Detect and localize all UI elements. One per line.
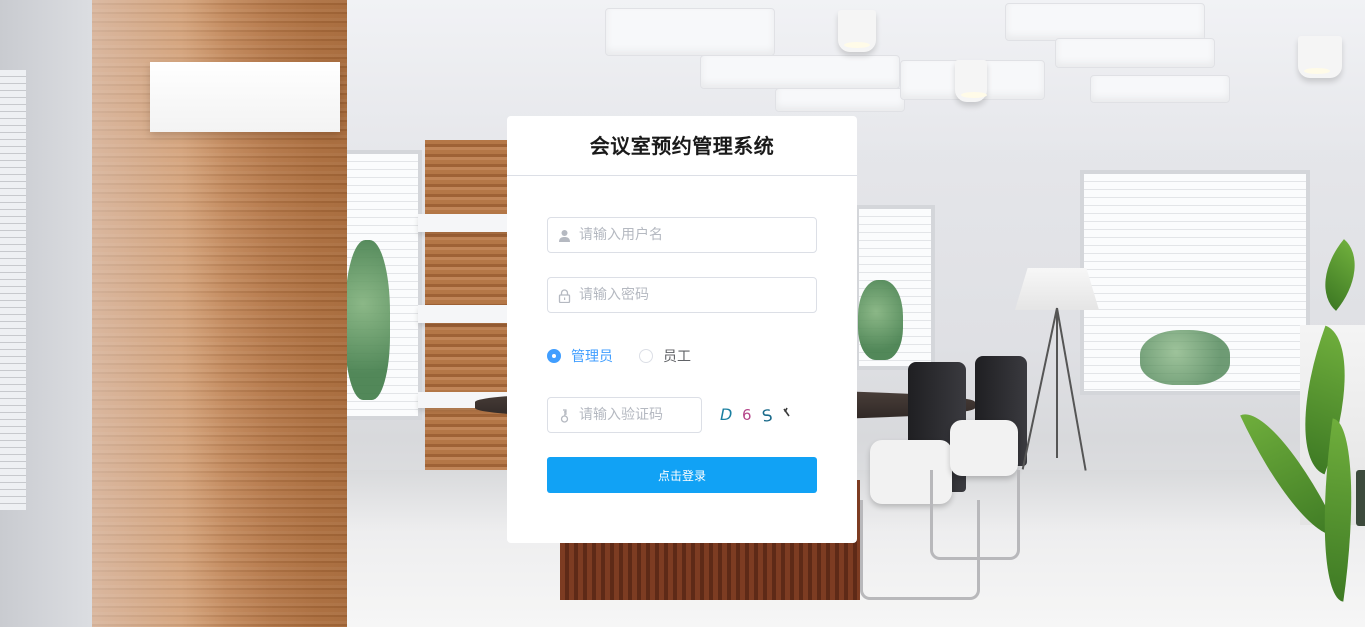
tree <box>345 240 390 400</box>
page-title: 会议室预约管理系统 <box>507 116 857 176</box>
password-field[interactable] <box>547 277 817 313</box>
tree <box>1140 330 1230 385</box>
ceiling-panel <box>605 8 775 56</box>
radio-dot[interactable] <box>639 349 653 363</box>
role-label-employee: 员工 <box>663 349 691 365</box>
captcha-char: S <box>761 405 774 425</box>
lamp-leg <box>1021 307 1058 470</box>
captcha-input[interactable] <box>571 398 701 432</box>
role-radio-group: 管理员 员工 <box>547 346 717 366</box>
plant-leaf <box>1305 239 1365 311</box>
shelf <box>418 214 510 232</box>
chair-leg <box>930 470 1020 560</box>
captcha-noise <box>783 407 790 417</box>
password-input[interactable] <box>571 278 816 312</box>
login-button[interactable]: 点击登录 <box>547 457 817 493</box>
captcha-field[interactable] <box>547 397 702 433</box>
captcha-char: D <box>720 405 732 424</box>
lamp-leg <box>1056 308 1058 458</box>
role-radio-employee[interactable]: 员工 <box>639 346 691 366</box>
captcha-char: 6 <box>742 406 752 424</box>
shelf <box>418 305 510 323</box>
ceiling-panel <box>775 88 905 112</box>
ceiling-lamp <box>1298 36 1342 78</box>
pillar-shelf <box>150 62 340 132</box>
ceiling-panel <box>700 55 900 89</box>
ceiling-panel <box>1005 3 1205 41</box>
ceiling-panel <box>1055 38 1215 68</box>
captcha-image[interactable]: D 6 S <box>718 401 808 427</box>
username-field[interactable] <box>547 217 817 253</box>
role-radio-admin[interactable]: 管理员 <box>547 346 613 366</box>
user-icon <box>558 228 571 242</box>
lock-icon <box>558 288 571 304</box>
floor-lamp <box>1015 268 1099 310</box>
ceiling-panel <box>1090 75 1230 103</box>
window-blind <box>0 70 26 510</box>
username-input[interactable] <box>571 218 816 252</box>
key-icon <box>558 408 571 423</box>
role-label-admin: 管理员 <box>571 349 613 365</box>
ceiling-lamp <box>955 60 987 102</box>
side-widget[interactable] <box>1356 470 1365 526</box>
tree <box>858 280 903 360</box>
chair-seat <box>950 420 1018 476</box>
radio-dot[interactable] <box>547 349 561 363</box>
login-card: 会议室预约管理系统 管理员 员工 <box>507 116 857 543</box>
ceiling-lamp <box>838 10 876 52</box>
